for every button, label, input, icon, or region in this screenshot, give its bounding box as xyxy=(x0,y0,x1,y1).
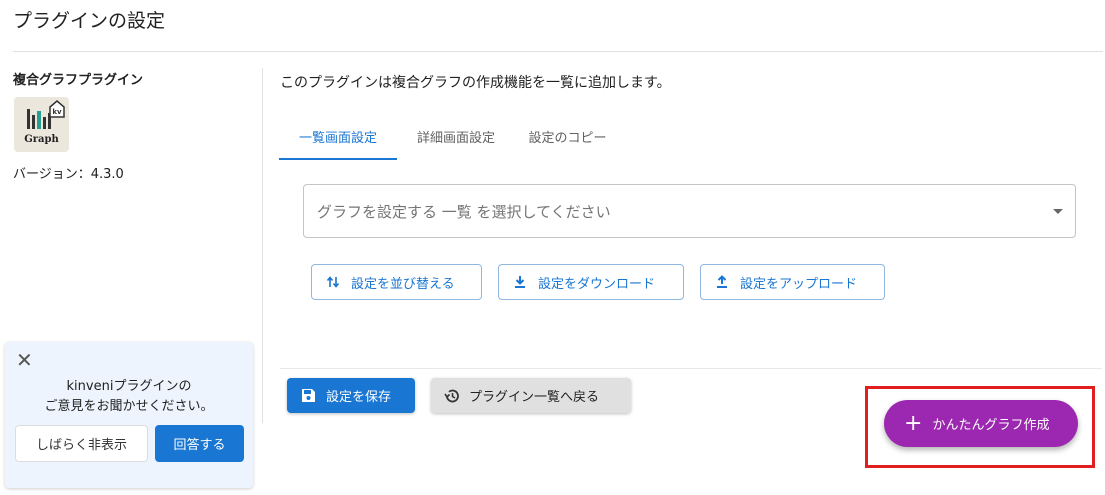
page-title: プラグインの設定 xyxy=(13,10,166,32)
feedback-card: ✕ kinveniプラグインの ご意見をお聞かせください。 しばらく非表示 回答… xyxy=(5,342,253,488)
back-to-plugins-button[interactable]: プラグイン一覧へ戻る xyxy=(431,378,631,413)
easy-graph-button[interactable]: + かんたんグラフ作成 xyxy=(884,400,1078,447)
plugin-version: バージョン：4.3.0 xyxy=(13,167,124,182)
sort-arrows-icon xyxy=(326,276,340,288)
tab-copy-settings[interactable]: 設定のコピー xyxy=(515,114,620,158)
sort-settings-button[interactable]: 設定を並び替える xyxy=(311,264,482,300)
save-settings-label: 設定を保存 xyxy=(326,390,392,405)
hide-feedback-button[interactable]: しばらく非表示 xyxy=(15,425,148,462)
title-divider xyxy=(13,51,1103,52)
plugin-description: このプラグインは複合グラフの作成機能を一覧に追加します。 xyxy=(280,75,671,91)
history-icon xyxy=(444,389,459,402)
tab-detail-view[interactable]: 詳細画面設定 xyxy=(397,114,515,158)
easy-graph-label: かんたんグラフ作成 xyxy=(932,418,1050,433)
save-settings-button[interactable]: 設定を保存 xyxy=(287,378,415,413)
chevron-down-icon xyxy=(1053,209,1063,214)
view-select[interactable]: グラフを設定する 一覧 を選択してください xyxy=(303,184,1076,238)
logo-wordmark: Graph xyxy=(24,134,59,145)
plugin-logo: kv Graph xyxy=(14,97,69,152)
footer-divider xyxy=(280,368,1102,369)
upload-icon xyxy=(717,275,727,288)
plugin-name: 複合グラフプラグイン xyxy=(13,73,144,88)
feedback-message-line2: ご意見をお聞かせください。 xyxy=(44,399,214,414)
download-icon xyxy=(515,276,525,288)
save-icon xyxy=(302,389,315,402)
upload-settings-label: 設定をアップロード xyxy=(740,276,858,292)
view-select-placeholder: グラフを設定する 一覧 を選択してください xyxy=(317,203,611,221)
download-settings-button[interactable]: 設定をダウンロード xyxy=(498,264,684,300)
sort-settings-label: 設定を並び替える xyxy=(351,276,455,292)
answer-feedback-button[interactable]: 回答する xyxy=(155,425,244,462)
close-icon[interactable]: ✕ xyxy=(16,348,33,372)
upload-settings-button[interactable]: 設定をアップロード xyxy=(700,264,885,300)
tab-list-view[interactable]: 一覧画面設定 xyxy=(279,114,397,160)
plus-icon: + xyxy=(904,410,923,436)
back-to-plugins-label: プラグイン一覧へ戻る xyxy=(469,390,600,405)
download-settings-label: 設定をダウンロード xyxy=(538,276,656,292)
sidebar-divider xyxy=(262,68,263,423)
svg-text:kv: kv xyxy=(52,108,62,116)
feedback-message-line1: kinveniプラグインの xyxy=(66,379,192,394)
